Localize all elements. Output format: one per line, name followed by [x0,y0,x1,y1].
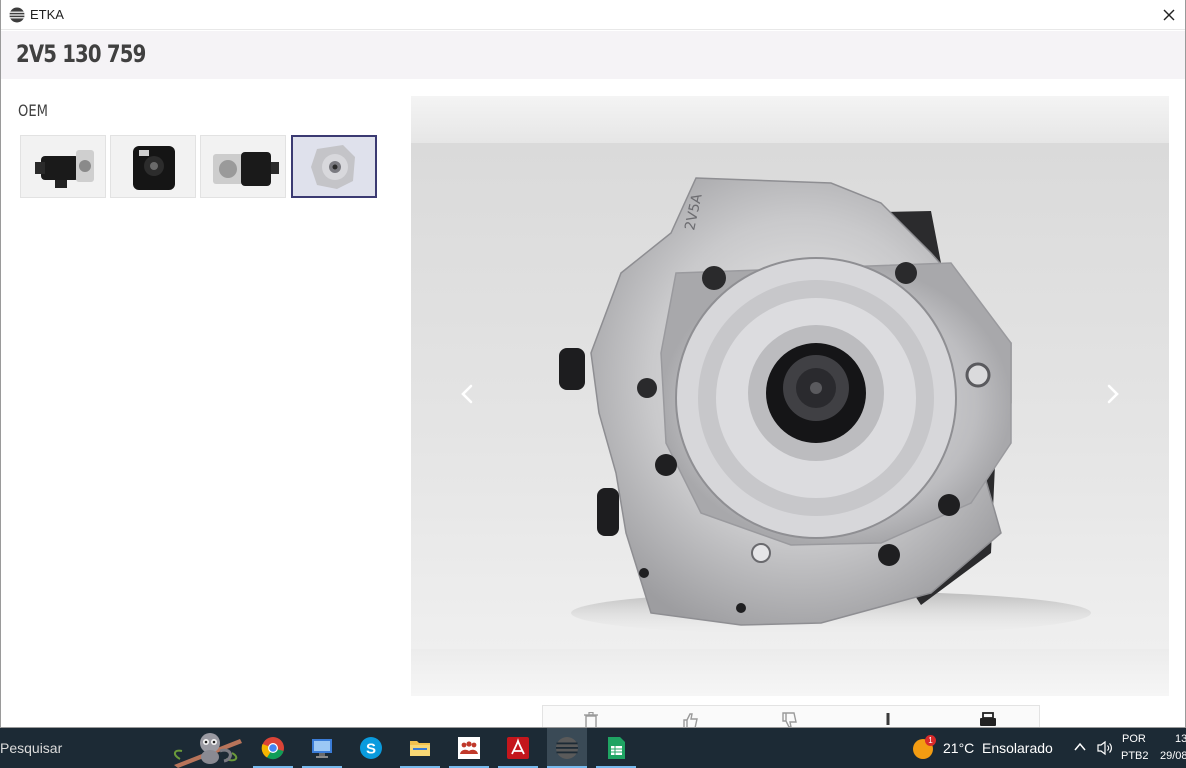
taskbar-etka[interactable] [547,728,587,768]
weather-temperature[interactable]: 21°C [943,740,974,756]
chevron-up-icon[interactable] [1073,740,1087,754]
file-explorer-icon [410,741,430,756]
taskbar-file-explorer[interactable] [400,728,440,768]
etka-logo-icon [9,7,25,23]
part-header: 2V5 130 759 [1,31,1185,79]
part-photo: 2V5A [411,143,1169,649]
delete-button[interactable] [543,706,642,729]
taskbar-search[interactable]: Pesquisar [0,740,62,756]
action-toolbar [542,705,1040,729]
input-language[interactable]: POR [1122,733,1146,745]
title-bar: ETKA [0,0,1186,30]
print-button[interactable] [939,706,1038,729]
clock-date[interactable]: 29/08 [1160,750,1186,762]
thumbnail-4[interactable] [291,135,377,198]
weather-notification-badge: 1 [925,735,936,746]
thumbs-up-icon [683,713,698,729]
close-icon[interactable] [1158,4,1180,26]
trash-icon [584,712,598,729]
weather-condition[interactable]: Ensolarado [982,740,1053,756]
taskbar-chrome[interactable] [253,728,293,768]
print-icon [980,712,996,726]
speaker-icon[interactable] [1096,740,1114,756]
thumbnail-3[interactable] [200,135,286,198]
remote-desktop-icon [312,739,332,758]
taskbar-teams[interactable] [449,728,489,768]
thumbnail-strip [20,135,380,199]
taskbar-acrobat[interactable] [498,728,538,768]
acrobat-icon [507,737,529,759]
like-button[interactable] [642,706,741,729]
thumbs-down-icon [782,712,797,728]
teams-icon [458,737,480,759]
image-viewer: 2V5A [411,96,1169,696]
report-button[interactable] [840,706,939,729]
dislike-button[interactable] [741,706,840,729]
viewer-backdrop-bottom [411,649,1169,696]
taskbar-skype[interactable]: S [351,728,391,768]
keyboard-layout[interactable]: PTB2 [1121,750,1149,762]
sheets-icon [608,737,625,759]
fuel-pump-image: 2V5A [559,177,1091,635]
thumbnail-2[interactable] [110,135,196,198]
oem-section-label: OEM [18,101,48,120]
taskbar-remote-desktop[interactable] [302,728,342,768]
viewer-backdrop-top [411,96,1169,143]
skype-icon: S [360,737,382,759]
chevron-right-icon[interactable] [1100,382,1124,406]
window-title: ETKA [30,7,64,22]
clock-time[interactable]: 13 [1175,733,1186,745]
chrome-icon [261,737,284,760]
thumbnail-1[interactable] [20,135,106,198]
exclamation-icon [886,713,890,725]
search-mascot-icon [174,733,242,768]
svg-text:S: S [366,741,376,758]
etka-icon [556,737,578,759]
part-number-title: 2V5 130 759 [16,40,146,68]
chevron-left-icon[interactable] [456,382,480,406]
taskbar-sheets[interactable] [596,728,636,768]
